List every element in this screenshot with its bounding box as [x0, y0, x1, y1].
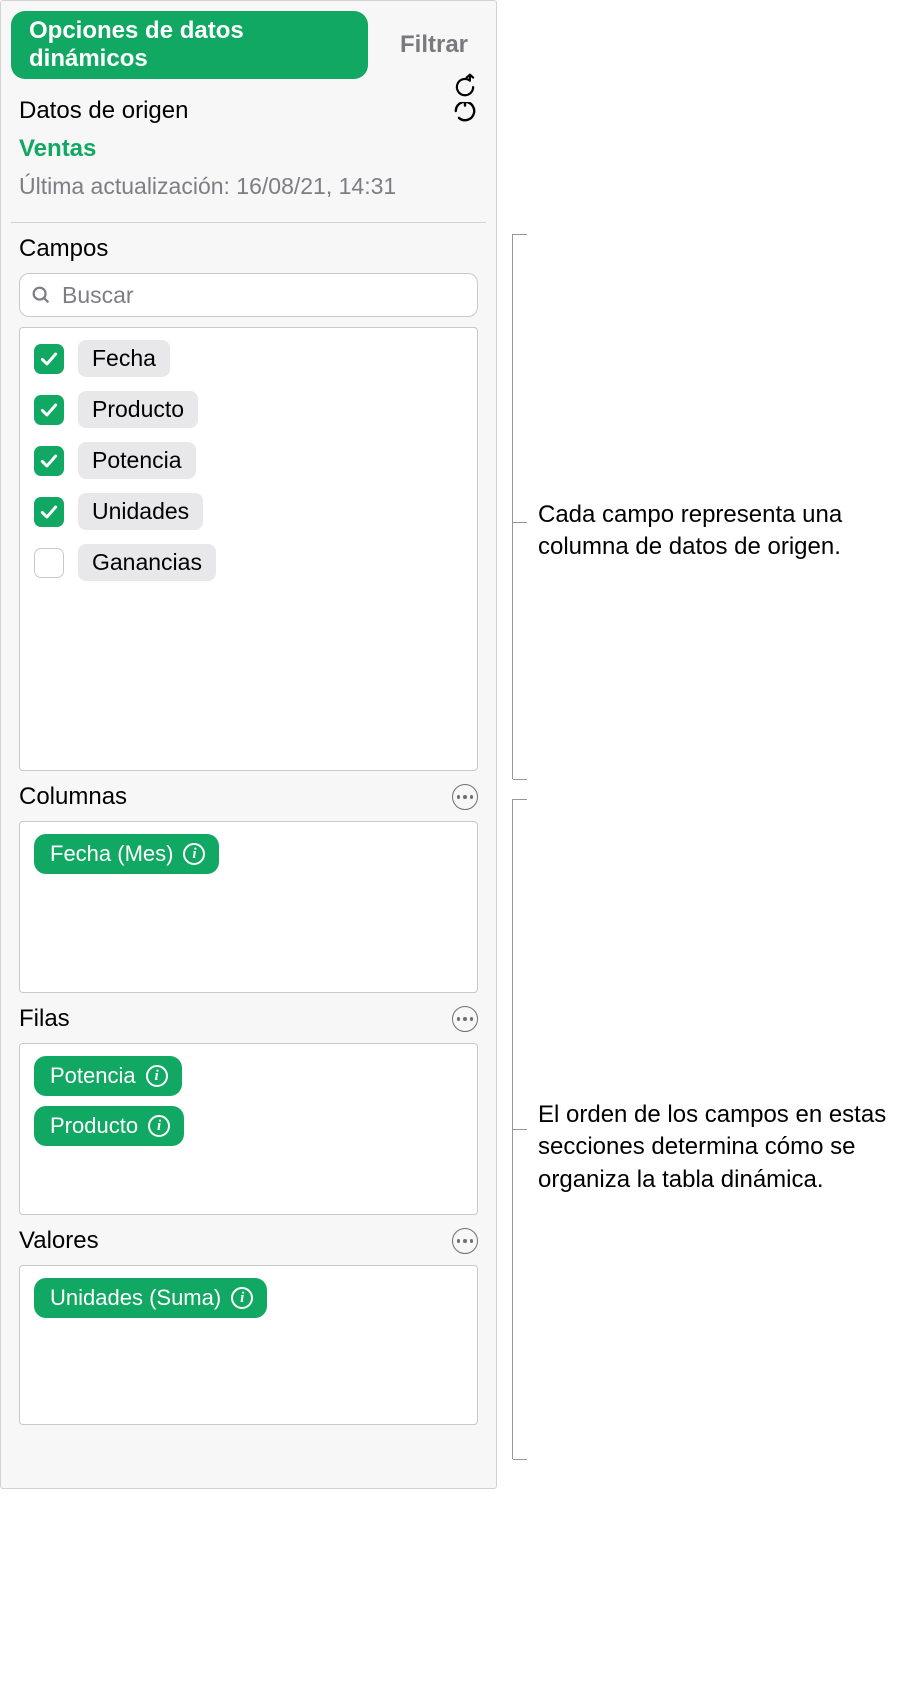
field-checkbox-fecha[interactable] [34, 344, 64, 374]
check-icon [39, 400, 59, 420]
callout-bracket [512, 234, 513, 779]
check-icon [39, 502, 59, 522]
row-field-producto[interactable]: Producto i [34, 1106, 184, 1146]
check-icon [39, 349, 59, 369]
last-updated-text: Última actualización: 16/08/21, 14:31 [19, 173, 478, 200]
field-row: Fecha [34, 340, 463, 377]
fields-list: Fecha Producto Potencia Unidades [19, 327, 478, 771]
tab-filter[interactable]: Filtrar [382, 25, 486, 65]
field-checkbox-producto[interactable] [34, 395, 64, 425]
fields-section: Campos Fecha Producto [11, 223, 486, 771]
pill-label: Producto [50, 1113, 138, 1139]
rows-section: Filas Potencia i Producto i [11, 993, 486, 1215]
fields-label: Campos [19, 235, 108, 263]
field-row: Producto [34, 391, 463, 428]
panel-tabs: Opciones de datos dinámicos Filtrar [11, 11, 486, 79]
info-icon[interactable]: i [231, 1287, 253, 1309]
search-input[interactable] [60, 281, 467, 310]
pill-label: Unidades (Suma) [50, 1285, 221, 1311]
field-row: Unidades [34, 493, 463, 530]
source-block: Datos de origen Ventas Última actualizac… [11, 79, 486, 216]
columns-label: Columnas [19, 783, 127, 811]
value-field-unidades-suma[interactable]: Unidades (Suma) i [34, 1278, 267, 1318]
row-field-potencia[interactable]: Potencia i [34, 1056, 182, 1096]
field-checkbox-ganancias[interactable] [34, 548, 64, 578]
values-section: Valores Unidades (Suma) i [11, 1215, 486, 1425]
field-row: Potencia [34, 442, 463, 479]
columns-more-icon[interactable] [452, 784, 478, 810]
refresh-icon[interactable] [452, 71, 478, 101]
field-pill-potencia[interactable]: Potencia [78, 442, 196, 479]
source-table-name[interactable]: Ventas [19, 135, 478, 163]
field-checkbox-potencia[interactable] [34, 446, 64, 476]
values-more-icon[interactable] [452, 1228, 478, 1254]
callout-fields: Cada campo representa una columna de dat… [538, 499, 908, 564]
info-icon[interactable]: i [183, 843, 205, 865]
rows-label: Filas [19, 1005, 70, 1033]
info-icon[interactable]: i [146, 1065, 168, 1087]
tab-pivot-options[interactable]: Opciones de datos dinámicos [11, 11, 368, 79]
search-icon [30, 284, 52, 306]
info-icon[interactable]: i [148, 1115, 170, 1137]
pill-label: Fecha (Mes) [50, 841, 173, 867]
field-row: Ganancias [34, 544, 463, 581]
column-field-fecha-mes[interactable]: Fecha (Mes) i [34, 834, 219, 874]
rows-more-icon[interactable] [452, 1006, 478, 1032]
pill-label: Potencia [50, 1063, 136, 1089]
field-checkbox-unidades[interactable] [34, 497, 64, 527]
field-pill-producto[interactable]: Producto [78, 391, 198, 428]
values-label: Valores [19, 1227, 99, 1255]
field-pill-ganancias[interactable]: Ganancias [78, 544, 216, 581]
rows-dropzone[interactable]: Potencia i Producto i [19, 1043, 478, 1215]
source-label: Datos de origen [19, 97, 188, 125]
callout-order: El orden de los campos en estas seccione… [538, 1099, 918, 1196]
values-dropzone[interactable]: Unidades (Suma) i [19, 1265, 478, 1425]
callout-bracket [512, 799, 513, 1459]
columns-dropzone[interactable]: Fecha (Mes) i [19, 821, 478, 993]
field-pill-fecha[interactable]: Fecha [78, 340, 170, 377]
pivot-options-panel: Opciones de datos dinámicos Filtrar Dato… [0, 0, 497, 1489]
check-icon [39, 451, 59, 471]
field-pill-unidades[interactable]: Unidades [78, 493, 203, 530]
columns-section: Columnas Fecha (Mes) i [11, 771, 486, 993]
fields-search[interactable] [19, 273, 478, 317]
